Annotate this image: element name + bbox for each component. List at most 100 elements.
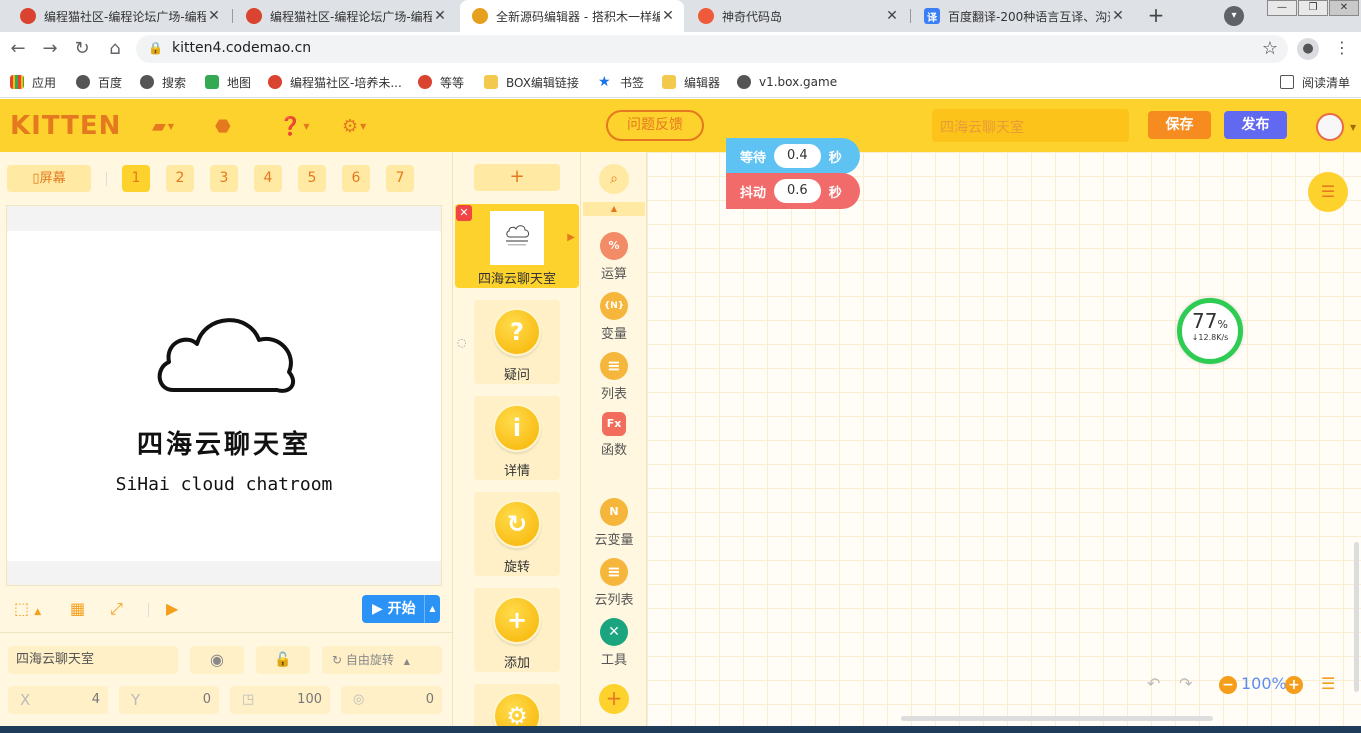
browser-menu-icon[interactable]: ⋮ bbox=[1334, 38, 1350, 57]
scene-tab-5[interactable]: 5 bbox=[298, 165, 326, 192]
bookmark-codemao[interactable]: 编程猫社区-培养未... bbox=[268, 73, 402, 91]
url-text[interactable]: kitten4.codemao.cn bbox=[172, 40, 311, 56]
reading-list[interactable]: 阅读清单 bbox=[1280, 73, 1350, 91]
size-field[interactable]: ◳ 100 bbox=[230, 686, 330, 714]
actor-name-field[interactable]: 四海云聊天室 bbox=[8, 646, 178, 674]
bookmark-star-icon[interactable]: ☆ bbox=[1262, 38, 1278, 59]
url-bar[interactable]: 🔒 kitten4.codemao.cn ☆ bbox=[136, 35, 1288, 63]
scene-tab-4[interactable]: 4 bbox=[254, 165, 282, 192]
close-tab-icon[interactable]: ✕ bbox=[660, 8, 676, 24]
bookmark-baidu[interactable]: 百度 bbox=[76, 73, 122, 91]
reload-button[interactable]: ↻ bbox=[70, 38, 94, 60]
chevron-up-icon[interactable]: ▲ bbox=[424, 595, 440, 623]
file-menu[interactable]: ▰ ▼ bbox=[152, 115, 174, 137]
vertical-scrollbar[interactable] bbox=[1354, 542, 1359, 692]
lock-icon[interactable]: 🔒 bbox=[148, 41, 163, 55]
category-tools[interactable]: ✕ 工具 bbox=[581, 618, 647, 668]
close-tab-icon[interactable]: ✕ bbox=[884, 8, 900, 24]
category-functions[interactable]: Fx 函数 bbox=[581, 412, 647, 458]
actor-item-selected[interactable]: ✕ ▶ 四海云聊天室 bbox=[455, 204, 579, 288]
x-field[interactable]: X 4 bbox=[8, 686, 108, 714]
scene-tab-3[interactable]: 3 bbox=[210, 165, 238, 192]
chevron-down-icon[interactable]: ▼ bbox=[1350, 123, 1356, 132]
project-name-input[interactable]: 四海云聊天室 bbox=[932, 109, 1129, 142]
y-field[interactable]: Y 0 bbox=[119, 686, 219, 714]
bookmark-bookmarks[interactable]: ★ 书签 bbox=[598, 73, 644, 91]
scene-tab-2[interactable]: 2 bbox=[166, 165, 194, 192]
rotation-mode-select[interactable]: ↻ 自由旋转 ▲ bbox=[322, 646, 442, 674]
save-button[interactable]: 保存 bbox=[1148, 111, 1211, 139]
forward-button[interactable]: → bbox=[38, 38, 62, 60]
close-tab-icon[interactable]: ✕ bbox=[1110, 8, 1126, 24]
scroll-up-button[interactable]: ▲ bbox=[583, 202, 645, 216]
block-finder-button[interactable]: ☰ bbox=[1308, 172, 1348, 212]
backpack-button[interactable]: ⬣ bbox=[215, 115, 231, 137]
feedback-button[interactable]: 问题反馈 bbox=[606, 110, 704, 141]
visibility-toggle[interactable]: ◉ bbox=[190, 646, 244, 674]
zoom-in-button[interactable]: + bbox=[1285, 676, 1303, 694]
shake-block[interactable]: 抖动 0.6 秒 bbox=[726, 173, 860, 209]
category-lists[interactable]: ≡ 列表 bbox=[581, 352, 647, 402]
bookmark-map[interactable]: 地图 bbox=[205, 73, 251, 91]
redo-button[interactable]: ↷ bbox=[1179, 674, 1192, 696]
close-tab-icon[interactable]: ✕ bbox=[206, 8, 222, 24]
bookmark-box-game[interactable]: v1.box.game bbox=[737, 73, 837, 91]
bookmark-box-editor[interactable]: BOX编辑链接 bbox=[484, 73, 579, 91]
category-variables[interactable]: {N} 变量 bbox=[581, 292, 647, 342]
category-operators[interactable]: % 运算 bbox=[581, 232, 647, 282]
shake-seconds-input[interactable]: 0.6 bbox=[774, 179, 821, 203]
back-button[interactable]: ← bbox=[6, 38, 30, 60]
profile-avatar-icon[interactable]: ● bbox=[1297, 38, 1319, 60]
stage-canvas[interactable]: 四海云聊天室 SiHai cloud chatroom bbox=[6, 205, 442, 586]
browser-tab-active[interactable]: 全新源码编辑器 - 搭积木一样编 ✕ bbox=[460, 0, 684, 32]
undo-button[interactable]: ↶ bbox=[1147, 674, 1160, 696]
restore-button[interactable]: ❐ bbox=[1298, 0, 1328, 16]
settings-menu[interactable]: ⚙ ▼ bbox=[342, 115, 366, 137]
minimize-button[interactable]: — bbox=[1267, 0, 1297, 16]
delete-actor-icon[interactable]: ✕ bbox=[456, 205, 472, 221]
scene-tab-1[interactable]: 1 bbox=[122, 165, 150, 192]
browser-tab[interactable]: 编程猫社区-编程论坛广场-编程 ✕ bbox=[8, 0, 230, 32]
code-workspace[interactable]: 等待 0.4 秒 抖动 0.6 秒 ☰ 77% ↓12.8K/s ↶ ↷ − 1… bbox=[646, 138, 1361, 733]
browser-tab[interactable]: 编程猫社区-编程论坛广场-编程 ✕ bbox=[234, 0, 456, 32]
add-extension-button[interactable]: + bbox=[599, 684, 629, 714]
chevron-right-icon[interactable]: ▶ bbox=[567, 232, 575, 243]
browser-tab[interactable]: 译 百度翻译-200种语言互译、沟通 ✕ bbox=[912, 0, 1134, 32]
scene-tab-6[interactable]: 6 bbox=[342, 165, 370, 192]
start-button[interactable]: ▶ 开始 ▲ bbox=[362, 595, 440, 623]
align-blocks-button[interactable]: ☰ bbox=[1321, 674, 1335, 696]
bookmark-dengdeng[interactable]: 等等 bbox=[418, 73, 464, 91]
new-tab-button[interactable]: + bbox=[1144, 4, 1168, 28]
actor-item[interactable]: ? 疑问 bbox=[474, 300, 560, 384]
tab-search-icon[interactable]: ▾ bbox=[1224, 6, 1244, 26]
close-tab-icon[interactable]: ✕ bbox=[432, 8, 448, 24]
publish-button[interactable]: 发布 bbox=[1224, 111, 1287, 139]
help-menu[interactable]: ❓ ▼ bbox=[279, 115, 310, 137]
wait-block[interactable]: 等待 0.4 秒 bbox=[726, 138, 860, 174]
hidden-eye-icon[interactable]: ◌ bbox=[457, 336, 467, 349]
browser-tab[interactable]: 神奇代码岛 ✕ bbox=[686, 0, 908, 32]
wait-seconds-input[interactable]: 0.4 bbox=[774, 144, 821, 168]
fullscreen-button[interactable]: ⤢ bbox=[110, 599, 123, 619]
bookmark-apps[interactable]: 应用 bbox=[10, 73, 56, 91]
lock-toggle[interactable]: 🔓 bbox=[256, 646, 310, 674]
stage-size-button[interactable]: ⬚ ▲ bbox=[14, 599, 41, 618]
add-actor-button[interactable]: + bbox=[474, 164, 560, 191]
category-cloud-variables[interactable]: N 云变量 bbox=[581, 498, 647, 548]
user-avatar[interactable] bbox=[1316, 113, 1344, 141]
scene-tab-7[interactable]: 7 bbox=[386, 165, 414, 192]
actor-item[interactable]: + 添加 bbox=[474, 588, 560, 672]
actor-item[interactable]: ↻ 旋转 bbox=[474, 492, 560, 576]
bookmark-editor[interactable]: 编辑器 bbox=[662, 73, 720, 91]
bookmark-search[interactable]: 搜索 bbox=[140, 73, 186, 91]
screen-button[interactable]: ▯屏幕 bbox=[7, 165, 91, 192]
network-speed-widget[interactable]: 77% ↓12.8K/s bbox=[1177, 298, 1243, 364]
grid-button[interactable]: ▦ bbox=[70, 599, 85, 618]
close-window-button[interactable]: ✕ bbox=[1329, 0, 1359, 16]
direction-field[interactable]: ◎ 0 bbox=[341, 686, 442, 714]
actor-item[interactable]: i 详情 bbox=[474, 396, 560, 480]
record-button[interactable]: ▶ bbox=[166, 599, 178, 618]
home-button[interactable]: ⌂ bbox=[103, 38, 127, 60]
horizontal-scrollbar[interactable] bbox=[901, 716, 1213, 721]
zoom-out-button[interactable]: − bbox=[1219, 676, 1237, 694]
